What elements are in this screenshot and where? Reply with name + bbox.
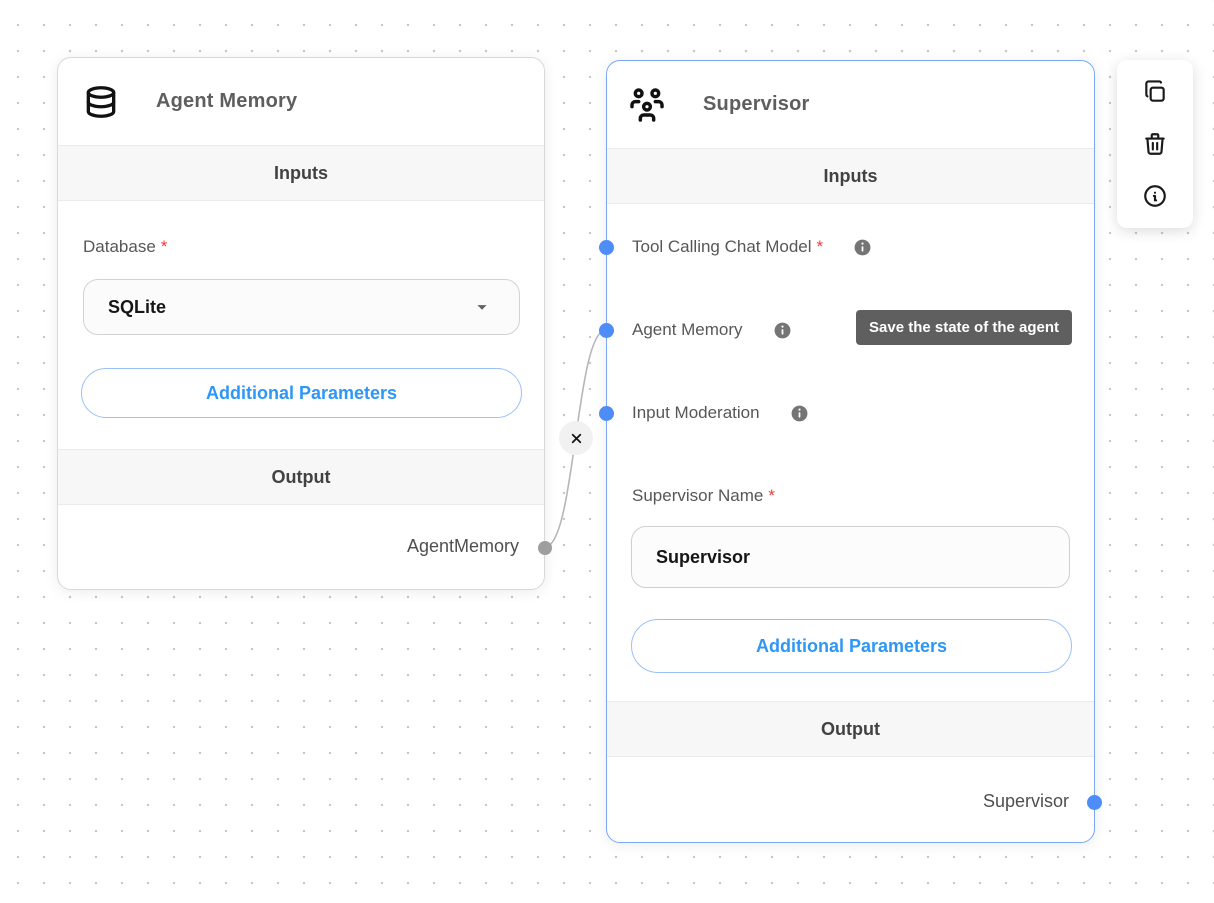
agentmemory-output-handle[interactable] <box>538 541 552 555</box>
inputs-section-label: Inputs <box>274 163 328 184</box>
node-agent-memory[interactable]: Agent Memory Inputs Database * SQLite Ad… <box>57 57 545 590</box>
database-select-value: SQLite <box>108 297 166 318</box>
node-supervisor[interactable]: Supervisor Inputs Tool Calling Chat Mode… <box>606 60 1095 843</box>
duplicate-button[interactable] <box>1117 66 1193 118</box>
required-asterisk: * <box>161 237 168 257</box>
output-section-label: Output <box>821 719 880 740</box>
agent-memory-handle[interactable] <box>599 323 614 338</box>
node-title: Agent Memory <box>156 90 297 113</box>
database-field-label-row: Database * <box>83 237 167 257</box>
info-icon[interactable] <box>790 404 809 423</box>
output-section-label: Output <box>272 467 331 488</box>
supervisor-output-handle[interactable] <box>1087 795 1102 810</box>
anchor-row-input-moderation: Input Moderation <box>632 403 809 423</box>
agent-memory-tooltip: Save the state of the agent <box>856 310 1072 345</box>
tool-calling-chat-model-handle[interactable] <box>599 240 614 255</box>
database-label: Database <box>83 237 156 257</box>
users-group-icon <box>627 85 667 125</box>
output-section-header: Output <box>58 449 544 505</box>
database-select[interactable]: SQLite <box>83 279 520 335</box>
info-icon[interactable] <box>853 238 872 257</box>
agent-memory-header: Agent Memory <box>58 58 544 145</box>
chevron-down-icon <box>471 296 493 318</box>
inputs-section-header: Inputs <box>607 148 1094 204</box>
anchor-label: Tool Calling Chat Model <box>632 237 812 257</box>
additional-parameters-button[interactable]: Additional Parameters <box>631 619 1072 673</box>
duplicate-icon <box>1142 79 1168 105</box>
output-anchor-label: Supervisor <box>983 791 1069 812</box>
supervisor-header: Supervisor <box>607 61 1094 148</box>
database-icon <box>82 83 120 121</box>
output-section-header: Output <box>607 701 1094 757</box>
output-anchor-label: AgentMemory <box>407 536 519 557</box>
info-icon[interactable] <box>773 321 792 340</box>
anchor-row-tool-calling-chat-model: Tool Calling Chat Model * <box>632 237 872 257</box>
anchor-row-agent-memory: Agent Memory <box>632 320 792 340</box>
required-asterisk: * <box>768 486 775 506</box>
node-title: Supervisor <box>703 93 809 116</box>
node-toolbar <box>1117 60 1193 228</box>
edge-delete-button[interactable] <box>559 421 593 455</box>
supervisor-name-label-row: Supervisor Name * <box>632 486 775 506</box>
input-moderation-handle[interactable] <box>599 406 614 421</box>
additional-parameters-button[interactable]: Additional Parameters <box>81 368 522 418</box>
anchor-label: Input Moderation <box>632 403 760 423</box>
flow-canvas[interactable]: Agent Memory Inputs Database * SQLite Ad… <box>0 0 1214 903</box>
delete-button[interactable] <box>1117 118 1193 170</box>
output-anchor-row: AgentMemory <box>407 536 519 557</box>
info-circle-icon <box>1142 183 1168 209</box>
inputs-section-label: Inputs <box>824 166 878 187</box>
trash-icon <box>1142 131 1168 157</box>
inputs-section-header: Inputs <box>58 145 544 201</box>
output-anchor-row: Supervisor <box>983 791 1069 812</box>
required-asterisk: * <box>817 237 824 257</box>
supervisor-name-label: Supervisor Name <box>632 486 763 506</box>
anchor-label: Agent Memory <box>632 320 743 340</box>
info-button[interactable] <box>1117 170 1193 222</box>
x-icon <box>570 432 583 445</box>
supervisor-name-input[interactable] <box>631 526 1070 588</box>
